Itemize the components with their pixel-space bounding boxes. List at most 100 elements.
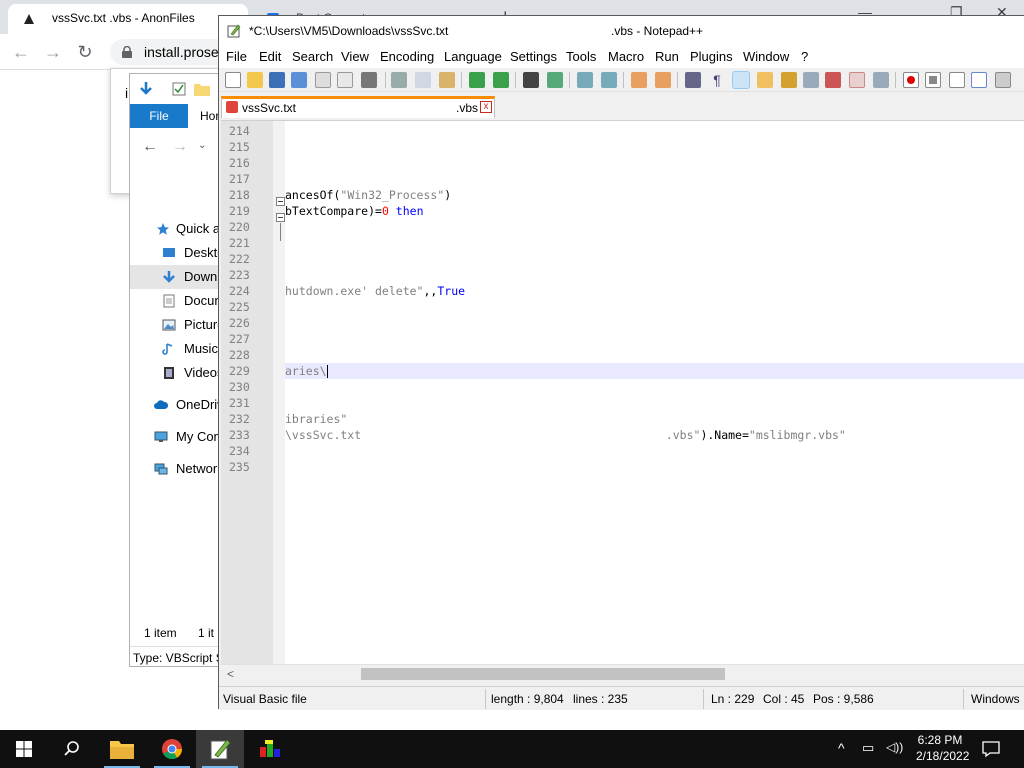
zoom-in-icon[interactable] xyxy=(577,72,593,88)
explorer-back-icon[interactable]: ← xyxy=(142,138,158,156)
nav-my-computer[interactable]: My Com xyxy=(130,425,228,449)
menu-language[interactable]: Language xyxy=(444,46,502,68)
volume-icon[interactable]: ◁)) xyxy=(886,740,903,754)
menu-edit[interactable]: Edit xyxy=(259,46,281,68)
ribbon-home-tab[interactable]: Hor xyxy=(200,104,219,128)
nav-pictures[interactable]: Picture xyxy=(130,313,228,337)
line-number: 235 xyxy=(229,460,250,474)
show-all-chars-icon[interactable]: ¶ xyxy=(709,72,725,88)
menu-macro[interactable]: Macro xyxy=(608,46,644,68)
forward-arrow-icon[interactable]: → xyxy=(42,41,64,63)
doc-list-icon[interactable] xyxy=(803,72,819,88)
fold-toggle-icon[interactable] xyxy=(276,213,285,222)
menu-tools[interactable]: Tools xyxy=(566,46,596,68)
paste-icon[interactable] xyxy=(439,72,455,88)
nav-downloads[interactable]: Downl xyxy=(130,265,228,289)
notification-icon[interactable] xyxy=(982,740,1000,758)
nav-desktop[interactable]: Deskto xyxy=(130,241,228,265)
line-number: 218 xyxy=(229,188,250,202)
replace-icon[interactable] xyxy=(547,72,563,88)
undo-icon[interactable] xyxy=(469,72,485,88)
code-editor[interactable]: 214 215 216 217 218 ancesOf("Win32_Process") 2… xyxy=(221,120,1024,664)
menu-help[interactable]: ? xyxy=(801,46,808,68)
line-number: 228 xyxy=(229,348,250,362)
save-macro-icon[interactable] xyxy=(995,72,1011,88)
taskbar-app-icon[interactable] xyxy=(246,730,294,768)
taskbar-notepadpp[interactable] xyxy=(196,730,244,768)
horizontal-scrollbar[interactable]: < xyxy=(221,664,1024,682)
run-macro-multiple-icon[interactable] xyxy=(971,72,987,88)
monitoring-icon[interactable] xyxy=(873,72,889,88)
function-list-icon[interactable] xyxy=(825,72,841,88)
menu-file[interactable]: File xyxy=(226,46,247,68)
open-file-icon[interactable] xyxy=(247,72,263,88)
network-tray-icon[interactable]: ▭ xyxy=(862,740,874,756)
zoom-out-icon[interactable] xyxy=(601,72,617,88)
menu-run[interactable]: Run xyxy=(655,46,679,68)
code-line: 219 bTextCompare)=0 then xyxy=(221,203,1024,219)
menu-view[interactable]: View xyxy=(341,46,369,68)
nav-onedrive[interactable]: OneDriv xyxy=(130,393,228,417)
ribbon-file-tab[interactable]: File xyxy=(130,104,188,128)
line-number: 229 xyxy=(229,364,250,378)
browser-tab-anonfiles[interactable]: vssSvc.txt .vbs - AnonFiles xyxy=(8,4,248,34)
menu-encoding[interactable]: Encoding xyxy=(380,46,434,68)
find-icon[interactable] xyxy=(523,72,539,88)
code-line: 222 xyxy=(221,251,1024,267)
menu-window[interactable]: Window xyxy=(743,46,789,68)
nav-videos[interactable]: Videos xyxy=(130,361,228,385)
code-line: 220 xyxy=(221,219,1024,235)
save-icon[interactable] xyxy=(269,72,285,88)
nav-music[interactable]: Music xyxy=(130,337,228,361)
properties-icon[interactable] xyxy=(172,82,186,96)
start-button[interactable] xyxy=(0,730,48,768)
folder-icon[interactable] xyxy=(194,82,210,96)
status-lines: lines : 235 xyxy=(573,692,628,706)
taskbar-clock[interactable]: 6:28 PM 2/18/2022 xyxy=(916,732,969,764)
play-macro-icon[interactable] xyxy=(949,72,965,88)
computer-icon xyxy=(154,431,168,442)
record-macro-icon[interactable] xyxy=(903,72,919,88)
address-url: install.prosea xyxy=(144,44,227,60)
scroll-thumb[interactable] xyxy=(361,668,725,680)
explorer-forward-icon[interactable]: → xyxy=(172,138,188,156)
taskbar-file-explorer[interactable] xyxy=(98,730,146,768)
new-file-icon[interactable] xyxy=(225,72,241,88)
nav-network[interactable]: Network xyxy=(130,457,228,481)
search-button[interactable] xyxy=(48,730,96,768)
folder-workspace-icon[interactable] xyxy=(849,72,865,88)
anonfiles-favicon-icon xyxy=(24,14,34,24)
close-all-icon[interactable] xyxy=(337,72,353,88)
sync-horizontal-icon[interactable] xyxy=(655,72,671,88)
save-all-icon[interactable] xyxy=(291,72,307,88)
print-icon[interactable] xyxy=(361,72,377,88)
sync-vertical-icon[interactable] xyxy=(631,72,647,88)
reload-icon[interactable]: ↻ xyxy=(74,41,96,63)
cut-icon[interactable] xyxy=(391,72,407,88)
stop-macro-icon[interactable] xyxy=(925,72,941,88)
word-wrap-icon[interactable] xyxy=(685,72,701,88)
code-text: \vssSvc.txt .vbs").Name="mslibmgr.vbs" xyxy=(285,427,846,443)
indent-guide-icon[interactable] xyxy=(732,71,750,89)
redo-icon[interactable] xyxy=(493,72,509,88)
copy-icon[interactable] xyxy=(415,72,431,88)
scroll-left-icon[interactable]: < xyxy=(227,665,234,683)
nav-documents[interactable]: Docum xyxy=(130,289,228,313)
tray-overflow-icon[interactable]: ^ xyxy=(838,740,845,756)
back-arrow-icon[interactable]: ← xyxy=(10,41,32,63)
recent-locations-icon[interactable]: ⌄ xyxy=(198,140,206,151)
nav-quick-access[interactable]: Quick ac xyxy=(130,217,228,241)
menu-settings[interactable]: Settings xyxy=(510,46,557,68)
code-text: ancesOf("Win32_Process") xyxy=(285,187,451,203)
udl-icon[interactable] xyxy=(757,72,773,88)
close-tab-icon[interactable]: x xyxy=(480,101,492,113)
taskbar-chrome[interactable] xyxy=(148,730,196,768)
document-tab-vsssvc[interactable]: vssSvc.txt .vbs x xyxy=(221,96,495,118)
menu-search[interactable]: Search xyxy=(292,46,333,68)
close-file-icon[interactable] xyxy=(315,72,331,88)
doc-map-icon[interactable] xyxy=(781,72,797,88)
line-number: 230 xyxy=(229,380,250,394)
fold-toggle-icon[interactable] xyxy=(276,197,285,206)
menu-plugins[interactable]: Plugins xyxy=(690,46,733,68)
line-number: 226 xyxy=(229,316,250,330)
